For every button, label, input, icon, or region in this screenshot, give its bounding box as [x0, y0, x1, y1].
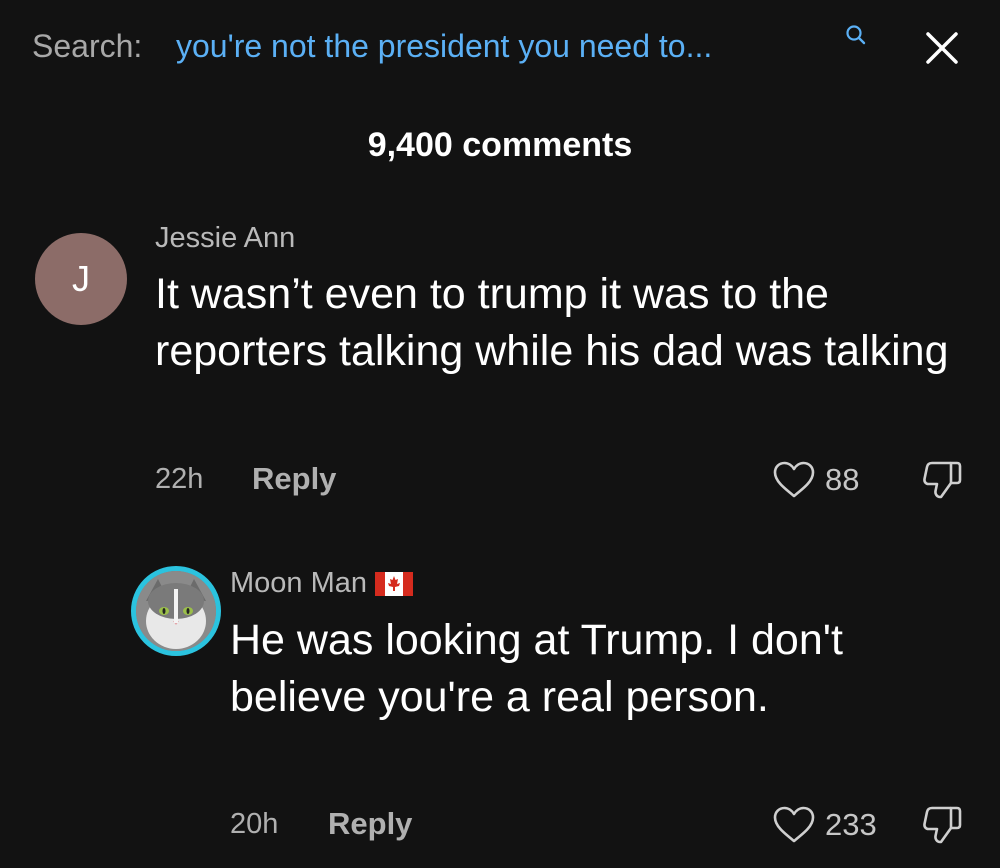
cat-avatar-icon: [136, 571, 216, 651]
comment-text: He was looking at Trump. I don't believe…: [230, 616, 843, 721]
like-count: 233: [825, 807, 877, 842]
heart-icon[interactable]: [772, 805, 816, 845]
reply-button[interactable]: Reply: [328, 806, 412, 842]
comment-item: Moon Man He was looking at Trump. I don'…: [0, 0, 1000, 868]
thumbs-down-icon[interactable]: [920, 803, 964, 847]
comment-username[interactable]: Moon Man: [230, 567, 414, 600]
comment-timestamp: 20h: [230, 808, 279, 840]
comment-username-text: Moon Man: [230, 567, 368, 599]
avatar[interactable]: [131, 566, 221, 656]
canada-flag-icon: [375, 572, 414, 597]
